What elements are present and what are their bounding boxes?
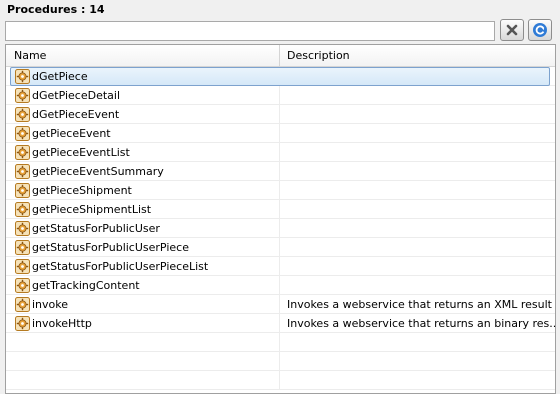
column-header-name[interactable]: Name xyxy=(6,45,280,67)
clear-x-icon xyxy=(506,24,518,36)
name-cell: invoke xyxy=(6,295,280,314)
procedure-description xyxy=(287,124,555,143)
procedure-name: getTrackingContent xyxy=(32,279,140,292)
table-row[interactable]: invoke Invokes a webservice that returns… xyxy=(6,295,555,314)
procedure-description xyxy=(287,200,555,219)
table-row[interactable]: getPieceEventSummary xyxy=(6,162,555,181)
procedures-table: Name Description dGetPiece dGetPieceDeta… xyxy=(5,44,556,394)
column-header-description[interactable]: Description xyxy=(280,45,555,67)
search-row xyxy=(0,19,560,43)
procedure-description xyxy=(287,219,555,238)
search-input[interactable] xyxy=(5,21,495,41)
name-cell: getTrackingContent xyxy=(6,276,280,295)
name-cell: getPieceEventList xyxy=(6,143,280,162)
name-cell: invokeHttp xyxy=(6,314,280,333)
procedure-gear-icon xyxy=(15,69,30,84)
procedure-description xyxy=(287,276,555,295)
procedure-description xyxy=(287,257,555,276)
procedure-name: dGetPiece xyxy=(32,70,88,83)
name-cell: getStatusForPublicUserPiece xyxy=(6,238,280,257)
procedure-gear-icon xyxy=(15,202,30,217)
procedure-gear-icon xyxy=(15,221,30,236)
procedure-description xyxy=(287,105,555,124)
name-cell: dGetPiece xyxy=(6,67,550,86)
name-cell: getPieceShipment xyxy=(6,181,280,200)
name-cell: dGetPieceEvent xyxy=(6,105,280,124)
refresh-icon xyxy=(533,23,547,37)
refresh-button[interactable] xyxy=(528,19,552,41)
table-row[interactable]: dGetPieceDetail xyxy=(6,86,555,105)
name-cell: getStatusForPublicUserPieceList xyxy=(6,257,280,276)
procedure-gear-icon xyxy=(15,183,30,198)
procedure-description xyxy=(287,162,555,181)
procedure-gear-icon xyxy=(15,88,30,103)
table-row[interactable]: invokeHttp Invokes a webservice that ret… xyxy=(6,314,555,333)
procedure-name: getStatusForPublicUserPiece xyxy=(32,241,189,254)
procedure-gear-icon xyxy=(15,316,30,331)
procedure-description xyxy=(287,181,555,200)
name-cell: getPieceEvent xyxy=(6,124,280,143)
procedure-description xyxy=(287,143,555,162)
procedure-name: getStatusForPublicUserPieceList xyxy=(32,260,209,273)
table-row[interactable]: getPieceShipmentList xyxy=(6,200,555,219)
procedure-name: getPieceEventSummary xyxy=(32,165,164,178)
procedure-description: Invokes a webservice that returns an XML… xyxy=(287,298,552,311)
procedure-gear-icon xyxy=(15,107,30,122)
name-cell: dGetPieceDetail xyxy=(6,86,280,105)
procedure-name: getStatusForPublicUser xyxy=(32,222,160,235)
procedure-name: dGetPieceEvent xyxy=(32,108,120,121)
procedure-name: getPieceShipmentList xyxy=(32,203,152,216)
procedure-gear-icon xyxy=(15,145,30,160)
procedures-header: Procedures : 14 xyxy=(7,3,105,16)
procedure-name: getPieceEventList xyxy=(32,146,130,159)
clear-button[interactable] xyxy=(500,19,524,41)
table-row[interactable]: getPieceEventList xyxy=(6,143,555,162)
procedure-description xyxy=(287,67,555,86)
procedure-gear-icon xyxy=(15,240,30,255)
table-row[interactable]: getStatusForPublicUserPiece xyxy=(6,238,555,257)
procedure-name: getPieceShipment xyxy=(32,184,132,197)
table-row[interactable]: getStatusForPublicUserPieceList xyxy=(6,257,555,276)
name-cell: getPieceShipmentList xyxy=(6,200,280,219)
table-row[interactable]: getTrackingContent xyxy=(6,276,555,295)
table-row[interactable]: getPieceEvent xyxy=(6,124,555,143)
procedure-gear-icon xyxy=(15,297,30,312)
procedure-name: invokeHttp xyxy=(32,317,92,330)
procedure-gear-icon xyxy=(15,126,30,141)
procedure-gear-icon xyxy=(15,278,30,293)
table-row[interactable]: dGetPiece xyxy=(6,67,555,86)
procedure-description xyxy=(287,86,555,105)
name-cell xyxy=(6,352,280,371)
procedure-name: invoke xyxy=(32,298,69,311)
procedure-gear-icon xyxy=(15,164,30,179)
table-body: dGetPiece dGetPieceDetail dGetPieceEvent… xyxy=(6,67,555,390)
empty-row xyxy=(6,352,555,371)
table-header: Name Description xyxy=(6,45,555,67)
procedure-gear-icon xyxy=(15,259,30,274)
procedure-description xyxy=(287,238,555,257)
table-row[interactable]: getStatusForPublicUser xyxy=(6,219,555,238)
procedure-name: getPieceEvent xyxy=(32,127,111,140)
procedure-name: dGetPieceDetail xyxy=(32,89,121,102)
empty-row xyxy=(6,333,555,352)
name-cell xyxy=(6,333,280,352)
table-row[interactable]: dGetPieceEvent xyxy=(6,105,555,124)
name-cell: getPieceEventSummary xyxy=(6,162,280,181)
table-row[interactable]: getPieceShipment xyxy=(6,181,555,200)
name-cell xyxy=(6,371,280,390)
procedure-description: Invokes a webservice that returns an bin… xyxy=(287,317,555,330)
name-cell: getStatusForPublicUser xyxy=(6,219,280,238)
empty-row xyxy=(6,371,555,390)
